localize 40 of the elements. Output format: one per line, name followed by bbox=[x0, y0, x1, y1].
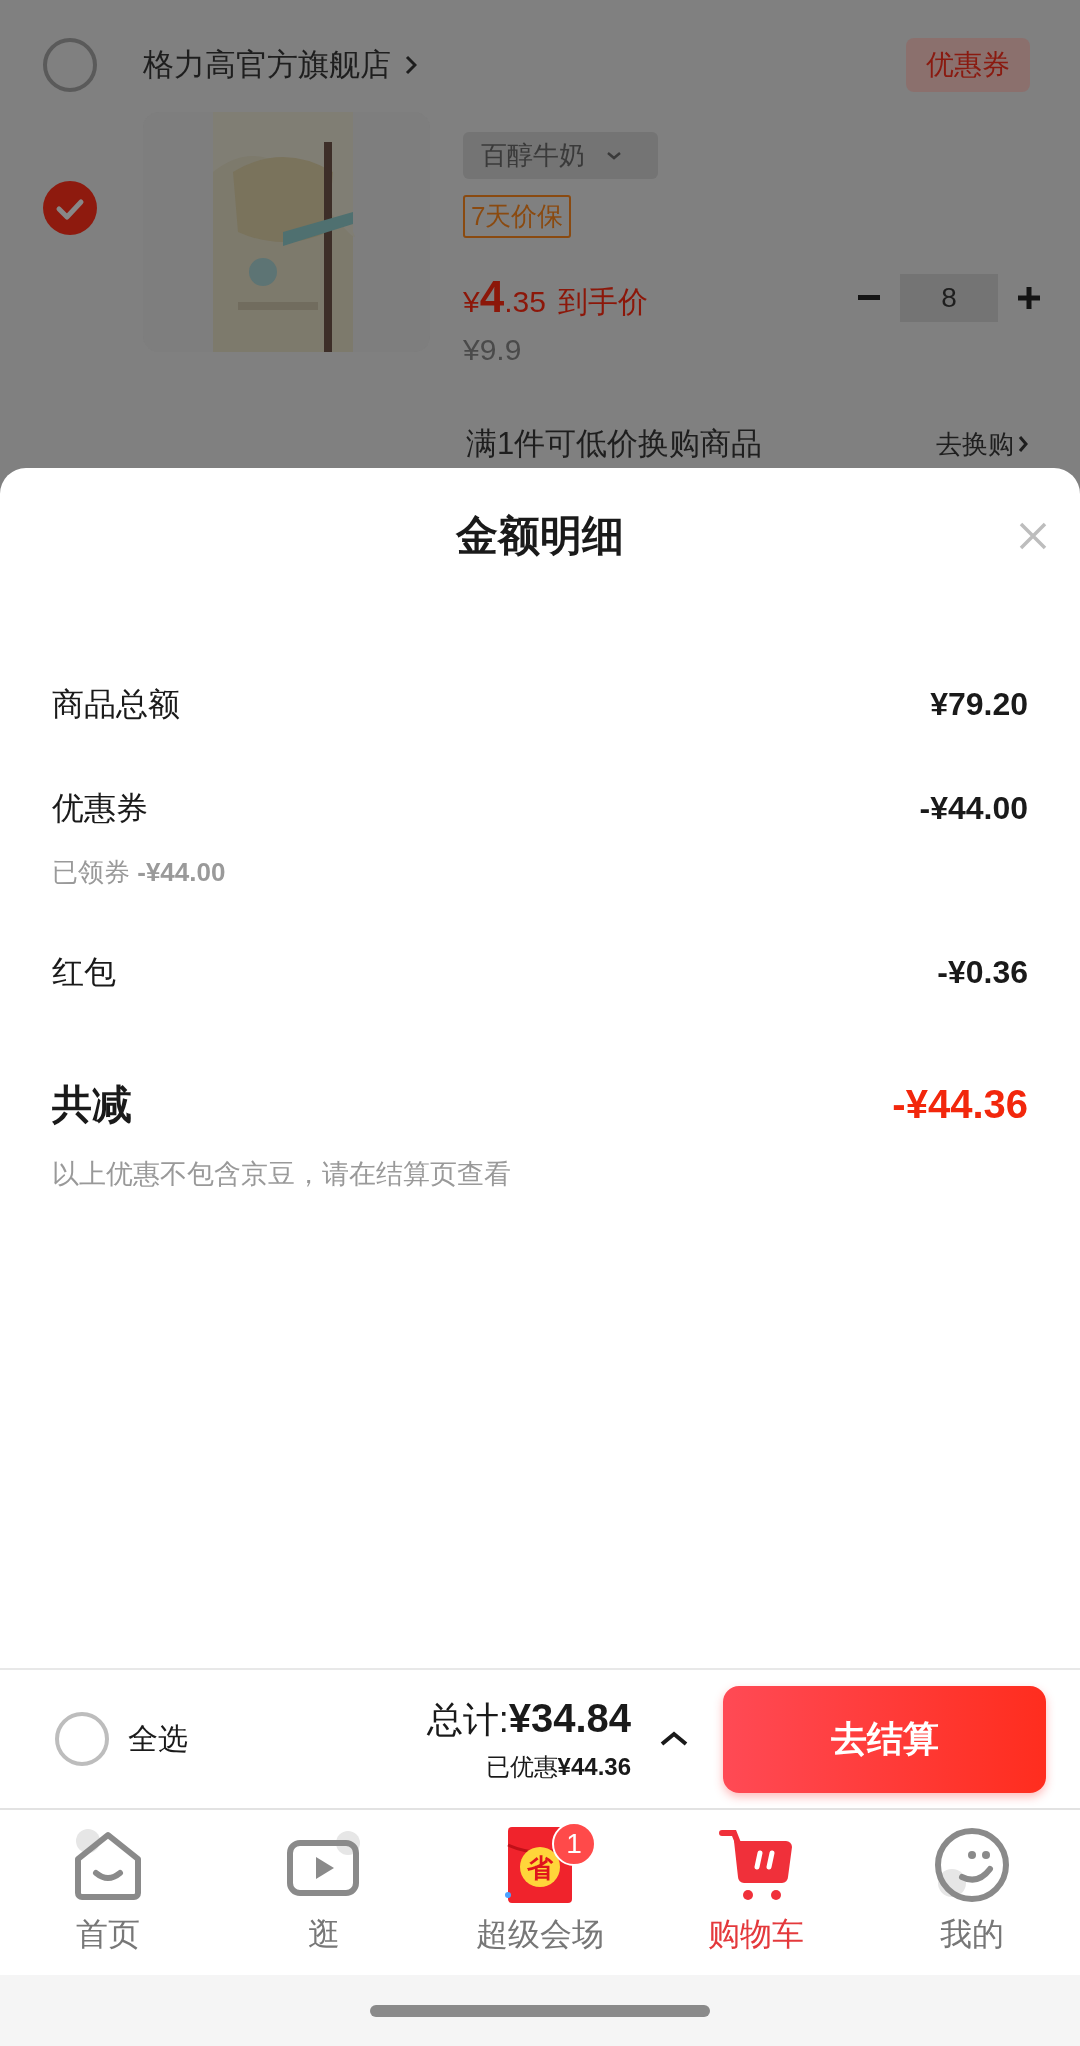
select-all-checkbox[interactable] bbox=[54, 1711, 110, 1767]
quantity-field[interactable]: 8 bbox=[900, 273, 998, 322]
tab-button[interactable]: 购物车 bbox=[648, 1810, 864, 1975]
notification-badge: 1 bbox=[552, 1822, 596, 1866]
smiley-icon bbox=[932, 1825, 1012, 1905]
minus-icon[interactable] bbox=[858, 294, 880, 301]
caret-down-icon bbox=[607, 151, 621, 160]
amount-label: 优惠券 bbox=[52, 789, 148, 828]
tab-button[interactable]: 逛 bbox=[216, 1810, 432, 1975]
amount-value: ¥79.20 bbox=[930, 685, 1028, 724]
tab-button[interactable]: 我的 bbox=[864, 1810, 1080, 1975]
select-all-label[interactable]: 全选 bbox=[128, 1718, 188, 1760]
store-checkbox[interactable] bbox=[42, 37, 98, 93]
plus-icon[interactable] bbox=[1018, 286, 1040, 309]
coupon-note: 已领券 -¥44.00 bbox=[52, 856, 227, 889]
amount-value: -¥44.00 bbox=[919, 789, 1028, 828]
price-protection-tag: 7天价保 bbox=[463, 195, 572, 238]
amount-label: 商品总额 bbox=[52, 685, 180, 724]
checkout-button[interactable]: 去结算 bbox=[723, 1685, 1046, 1793]
promo-text: 满1件可低价换购商品 bbox=[466, 425, 763, 463]
close-icon[interactable] bbox=[1018, 521, 1048, 551]
tab-button[interactable]: 首页 bbox=[0, 1810, 216, 1975]
amount-label: 红包 bbox=[52, 953, 116, 992]
chevron-right-icon bbox=[405, 55, 417, 75]
discount-footnote: 以上优惠不包含京豆，请在结算页查看 bbox=[52, 1158, 512, 1191]
exchange-link[interactable]: 去换购 bbox=[936, 426, 1028, 462]
variant-selector[interactable]: 百醇牛奶 bbox=[463, 132, 658, 179]
sheet-title: 金额明细 bbox=[455, 511, 625, 561]
chevron-right-icon bbox=[1018, 435, 1028, 453]
tab-button[interactable]: 省 1 超级会场 bbox=[432, 1810, 648, 1975]
home-indicator[interactable] bbox=[370, 2004, 710, 2017]
item-checkbox[interactable] bbox=[42, 180, 98, 236]
store-name[interactable]: 格力高官方旗舰店 bbox=[143, 44, 391, 86]
caret-up-icon[interactable] bbox=[659, 1730, 689, 1748]
amount-value: -¥0.36 bbox=[937, 953, 1028, 992]
final-price: ¥4.35 到手价 bbox=[463, 272, 648, 323]
total-discount-value: -¥44.36 bbox=[892, 1082, 1028, 1126]
discount-summary: 已优惠¥44.36 bbox=[485, 1751, 631, 1782]
total-discount-label: 共减 bbox=[52, 1082, 132, 1126]
total-price: 总计:¥34.84 bbox=[426, 1695, 631, 1742]
